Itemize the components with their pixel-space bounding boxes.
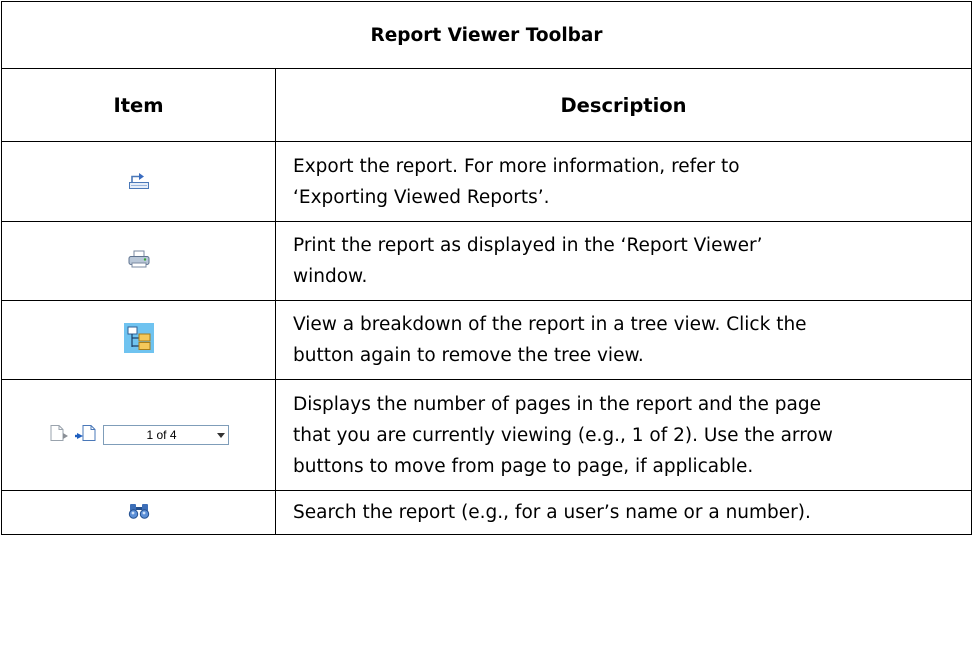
description-line: View a breakdown of the report in a tree… bbox=[293, 314, 807, 335]
page-navigation-control: 1 of 4 bbox=[49, 424, 229, 446]
table-title: Report Viewer Toolbar bbox=[0, 1, 973, 69]
page-number-dropdown[interactable]: 1 of 4 bbox=[102, 425, 229, 445]
export-icon bbox=[128, 172, 150, 194]
column-header-description: Description bbox=[274, 68, 973, 142]
description-line: buttons to move from page to page, if ap… bbox=[293, 455, 754, 477]
next-page-icon[interactable] bbox=[74, 424, 97, 446]
table-row-tree-view: View a breakdown of the report in a tree… bbox=[1, 300, 973, 380]
description-line: Search the report (e.g., for a user’s na… bbox=[293, 502, 811, 523]
column-header-item: Item bbox=[1, 68, 276, 142]
description-line: Export the report. For more information,… bbox=[293, 155, 740, 177]
description-print: Print the report as displayed in the ‘Re… bbox=[274, 221, 973, 301]
table-row-page-navigation: 1 of 4 Displays the number of pages in t… bbox=[1, 379, 973, 491]
table-row-print: Print the report as displayed in the ‘Re… bbox=[1, 221, 973, 301]
table-row-search: Search the report (e.g., for a user’s na… bbox=[1, 490, 973, 535]
page-number-value: 1 of 4 bbox=[146, 428, 177, 442]
chevron-down-icon[interactable] bbox=[214, 426, 228, 444]
description-line: Print the report as displayed in the ‘Re… bbox=[293, 235, 763, 256]
print-icon bbox=[127, 250, 151, 273]
search-icon bbox=[128, 503, 150, 524]
report-viewer-toolbar-table: Report Viewer Toolbar Item Description E… bbox=[0, 1, 973, 535]
description-export: Export the report. For more information,… bbox=[274, 141, 973, 222]
previous-page-icon[interactable] bbox=[49, 424, 69, 446]
description-line: window. bbox=[293, 266, 368, 287]
table-row-export: Export the report. For more information,… bbox=[1, 141, 973, 222]
tree-view-icon bbox=[123, 323, 154, 357]
description-line: button again to remove the tree view. bbox=[293, 345, 644, 366]
description-line: ‘Exporting Viewed Reports’. bbox=[293, 186, 550, 208]
description-line: Displays the number of pages in the repo… bbox=[293, 393, 821, 415]
description-line: that you are currently viewing (e.g., 1 … bbox=[293, 424, 833, 446]
description-search: Search the report (e.g., for a user’s na… bbox=[274, 490, 973, 535]
description-tree-view: View a breakdown of the report in a tree… bbox=[274, 300, 973, 380]
description-page-navigation: Displays the number of pages in the repo… bbox=[274, 379, 973, 491]
